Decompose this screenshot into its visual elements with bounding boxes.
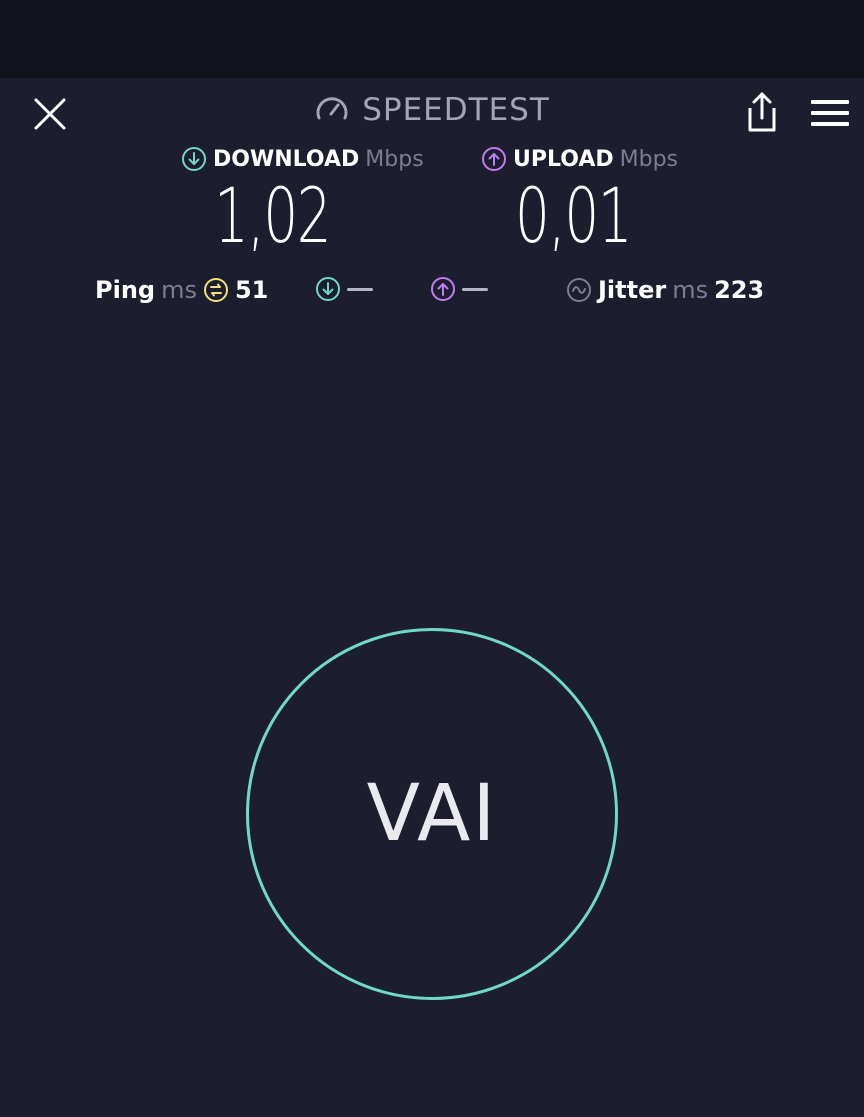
app-title: SPEEDTEST (362, 92, 550, 128)
go-button[interactable]: VAI (246, 628, 618, 1000)
jitter-stat: Jitter ms 223 (566, 276, 764, 304)
ping-stat: Ping ms 51 (95, 276, 268, 304)
jitter-value: 223 (714, 276, 765, 304)
download-latency-stat (315, 276, 373, 302)
download-arrow-icon (182, 147, 206, 171)
stats-row: Ping ms 51 Jitter ms 223 (0, 272, 864, 312)
download-unit: Mbps (365, 146, 424, 172)
jitter-unit: ms (672, 276, 709, 304)
download-value: 1,02 (214, 171, 332, 260)
download-latency-placeholder (347, 287, 373, 291)
upload-arrow-icon (482, 147, 506, 171)
ping-label: Ping (95, 276, 156, 304)
jitter-label: Jitter (598, 276, 667, 304)
app-header: SPEEDTEST (0, 78, 864, 148)
hamburger-menu-icon (811, 100, 849, 126)
brand: SPEEDTEST (0, 92, 864, 128)
share-icon (748, 92, 776, 132)
jitter-icon (567, 278, 591, 302)
upload-latency-placeholder (462, 287, 488, 291)
ping-icon (203, 278, 228, 302)
upload-label-text: UPLOAD (513, 146, 614, 172)
ping-unit: ms (161, 276, 197, 304)
ping-value: 51 (234, 276, 269, 304)
download-label: DOWNLOAD Mbps (181, 146, 424, 172)
upload-value: 0,01 (515, 171, 633, 260)
download-arrow-icon (316, 277, 340, 301)
upload-latency-stat (430, 276, 488, 302)
upload-label: UPLOAD Mbps (481, 146, 678, 172)
menu-button[interactable] (810, 98, 850, 128)
upload-arrow-icon (431, 277, 455, 301)
go-button-label: VAI (366, 769, 498, 859)
status-bar (0, 0, 864, 78)
speedometer-icon (316, 97, 348, 120)
upload-unit: Mbps (619, 146, 678, 172)
download-label-text: DOWNLOAD (213, 146, 360, 172)
share-button[interactable] (742, 90, 782, 134)
